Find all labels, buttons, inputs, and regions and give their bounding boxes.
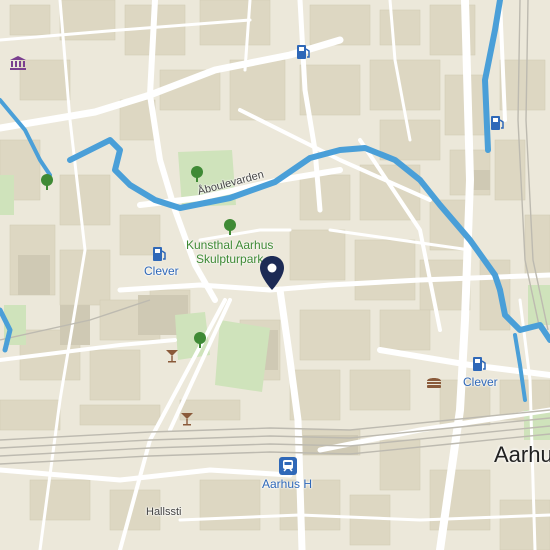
train-station-icon[interactable] bbox=[279, 457, 297, 475]
fuel-label-clever-2[interactable]: Clever bbox=[463, 375, 498, 389]
cocktail-bar-icon[interactable] bbox=[165, 349, 179, 363]
tree-icon[interactable] bbox=[193, 332, 207, 348]
fast-food-icon[interactable] bbox=[426, 375, 442, 389]
station-label[interactable]: Aarhus H bbox=[262, 477, 312, 491]
city-label[interactable]: Aarhus bbox=[494, 442, 550, 468]
museum-icon[interactable] bbox=[10, 56, 26, 70]
tree-icon[interactable] bbox=[40, 174, 54, 190]
tree-icon[interactable] bbox=[223, 219, 237, 235]
tree-icon[interactable] bbox=[190, 166, 204, 182]
park-label-line2[interactable]: Skulpturpark bbox=[196, 252, 263, 266]
fuel-station-icon[interactable] bbox=[490, 115, 506, 131]
road-label-hallssti: Hallssti bbox=[146, 506, 182, 518]
map-canvas[interactable]: Åboulevarden Kunsthal Aarhus Skulpturpar… bbox=[0, 0, 550, 550]
location-pin-icon[interactable] bbox=[260, 256, 284, 290]
fuel-station-icon[interactable] bbox=[472, 356, 488, 372]
fuel-station-icon[interactable] bbox=[152, 246, 168, 262]
fuel-station-icon[interactable] bbox=[296, 44, 312, 60]
park-label-line1[interactable]: Kunsthal Aarhus bbox=[186, 238, 273, 252]
cocktail-bar-icon[interactable] bbox=[180, 412, 194, 426]
fuel-label-clever-1[interactable]: Clever bbox=[144, 264, 179, 278]
